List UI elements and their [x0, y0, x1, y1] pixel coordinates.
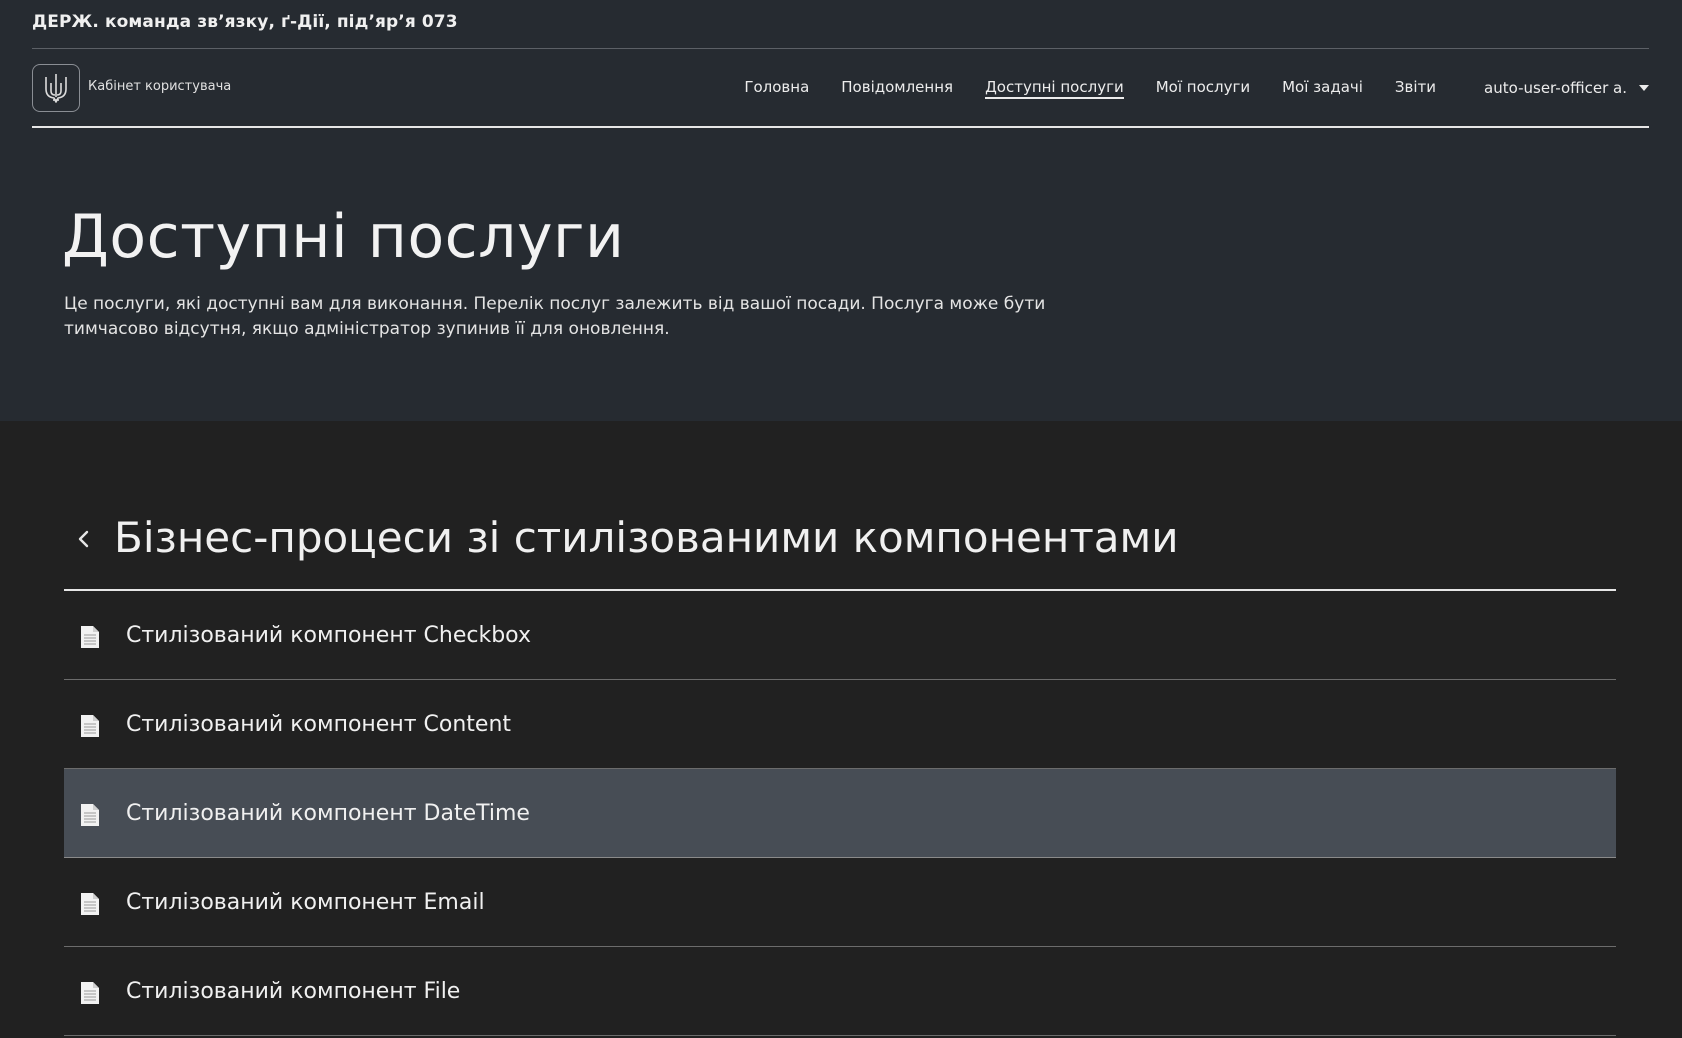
section-header: Бізнес-процеси зі стилізованими компонен… — [64, 505, 1616, 591]
document-icon — [81, 804, 99, 826]
page-header: ДЕРЖ. команда зв’язку, ґ-Дії, під’яр’я 0… — [0, 0, 1682, 421]
organization-name: ДЕРЖ. команда зв’язку, ґ-Дії, під’яр’я 0… — [32, 12, 458, 32]
user-name: auto-user-officer a. — [1484, 79, 1627, 97]
document-icon — [81, 626, 99, 648]
nav-divider — [32, 126, 1649, 128]
chevron-left-icon[interactable] — [72, 525, 96, 553]
page-description: Це послуги, які доступні вам для виконан… — [64, 294, 1046, 339]
nav-item-notifications[interactable]: Повідомлення — [841, 78, 953, 98]
cabinet-label[interactable]: Кабінет користувача — [88, 79, 231, 94]
service-item-datetime[interactable]: Стилізований компонент DateTime — [64, 769, 1616, 858]
nav-item-reports[interactable]: Звіти — [1395, 78, 1436, 98]
user-menu[interactable]: auto-user-officer a. — [1484, 79, 1649, 97]
service-list: Стилізований компонент Checkbox Стилізов… — [64, 591, 1616, 1036]
service-item-email[interactable]: Стилізований компонент Email — [64, 858, 1616, 947]
service-item-label: Стилізований компонент Checkbox — [126, 622, 531, 648]
document-icon — [81, 982, 99, 1004]
service-item-label: Стилізований компонент File — [126, 978, 461, 1004]
service-item-checkbox[interactable]: Стилізований компонент Checkbox — [64, 591, 1616, 680]
service-item-label: Стилізований компонент DateTime — [126, 800, 530, 826]
main-navbar: Кабінет користувача Головна Повідомлення… — [32, 49, 1649, 127]
page-title: Доступні послуги — [62, 202, 625, 272]
document-icon — [81, 715, 99, 737]
nav-item-my-tasks[interactable]: Мої задачі — [1282, 78, 1363, 98]
trident-icon-graphic — [45, 74, 67, 103]
service-item-content[interactable]: Стилізований компонент Content — [64, 680, 1616, 769]
nav-item-available-services[interactable]: Доступні послуги — [985, 78, 1124, 99]
service-item-label: Стилізований компонент Email — [126, 889, 485, 915]
nav-links: Головна Повідомлення Доступні послуги Мо… — [712, 49, 1649, 127]
section-title: Бізнес-процеси зі стилізованими компонен… — [114, 513, 1179, 562]
document-icon — [81, 893, 99, 915]
nav-item-my-services[interactable]: Мої послуги — [1156, 78, 1250, 98]
service-item-label: Стилізований компонент Content — [126, 711, 512, 737]
chevron-left-icon-graphic — [78, 530, 89, 548]
caret-down-icon — [1639, 85, 1649, 91]
trident-icon[interactable] — [32, 64, 80, 112]
nav-item-home[interactable]: Головна — [744, 78, 809, 98]
service-item-file[interactable]: Стилізований компонент File — [64, 947, 1616, 1036]
